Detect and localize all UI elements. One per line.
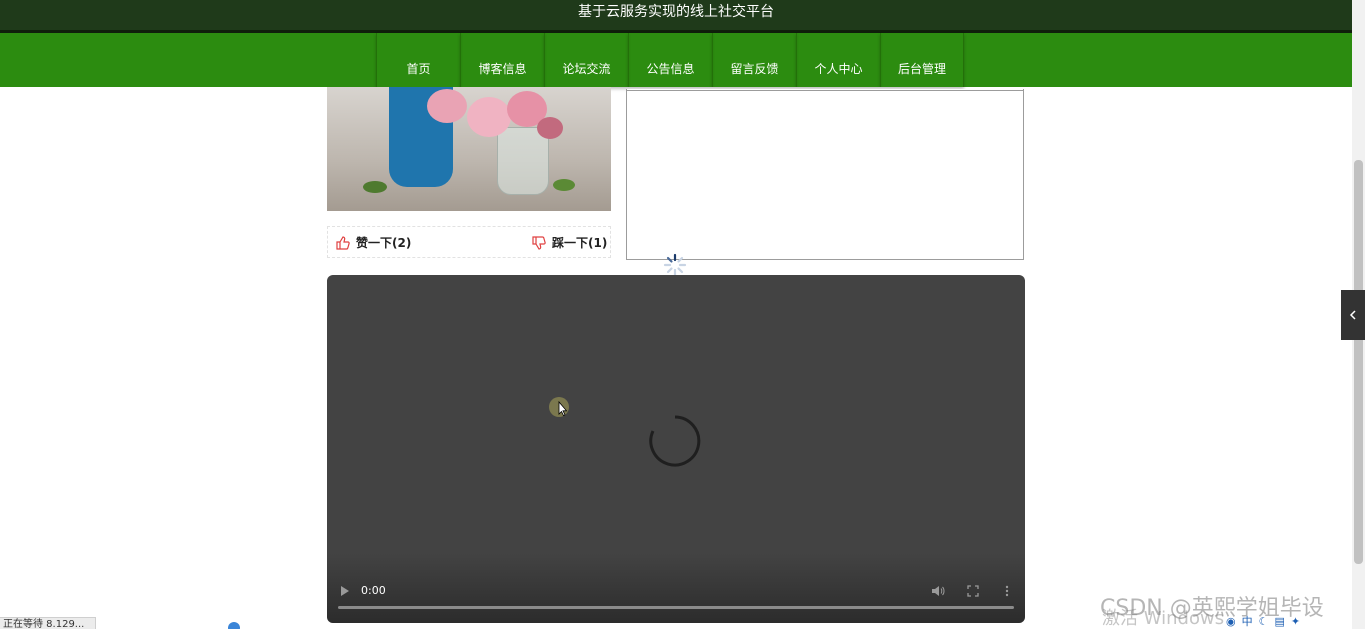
leaf-shape (553, 179, 575, 191)
video-time: 0:00 (361, 584, 386, 597)
nav-item-feedback[interactable]: 留言反馈 (712, 33, 796, 87)
site-title: 基于云服务实现的线上社交平台 (578, 4, 774, 20)
flower-shape (467, 97, 511, 137)
side-panel-toggle[interactable] (1341, 290, 1365, 340)
fullscreen-icon[interactable] (966, 584, 980, 598)
loading-spinner-icon (663, 253, 687, 277)
moon-icon[interactable]: ☾ (1259, 615, 1269, 628)
video-loading-ring-icon (649, 415, 701, 467)
volume-icon[interactable] (931, 584, 945, 598)
nav-item-blog[interactable]: 博客信息 (460, 33, 544, 87)
ime-indicator[interactable]: 中 (1242, 613, 1253, 629)
vote-row: 赞一下(2) 踩一下(1) (327, 226, 611, 258)
panel-divider (627, 90, 1023, 91)
video-progress-bar[interactable] (338, 606, 1014, 609)
thumbs-up-icon (336, 236, 350, 250)
content-panel (626, 89, 1024, 260)
video-controls (327, 553, 1025, 623)
nav-item-notice[interactable]: 公告信息 (628, 33, 712, 87)
nav-item-home[interactable]: 首页 (376, 33, 460, 87)
scrollbar-thumb[interactable] (1354, 160, 1363, 564)
post-image (327, 87, 611, 211)
nav-list: 首页 博客信息 论坛交流 公告信息 留言反馈 个人中心 后台管理 (376, 33, 964, 87)
dislike-label: 踩一下(1) (552, 236, 608, 250)
chevron-left-icon (1349, 310, 1356, 320)
site-header: 基于云服务实现的线上社交平台 (0, 0, 1352, 33)
dislike-button[interactable]: 踩一下(1) (532, 227, 607, 259)
keyboard-icon[interactable]: ▤ (1274, 615, 1284, 628)
system-tray: ◉ 中 ☾ ▤ ✦ (1226, 613, 1306, 629)
nav-item-profile[interactable]: 个人中心 (796, 33, 880, 87)
play-icon[interactable] (339, 584, 351, 598)
main-nav: 首页 博客信息 论坛交流 公告信息 留言反馈 个人中心 后台管理 (0, 33, 1352, 87)
like-label: 赞一下(2) (356, 236, 412, 250)
more-vertical-icon[interactable] (1000, 584, 1014, 598)
flower-shape (537, 117, 563, 139)
glass-shape (497, 127, 549, 195)
nav-item-forum[interactable]: 论坛交流 (544, 33, 628, 87)
status-text: 正在等待 8.129... (3, 619, 85, 629)
video-player[interactable]: 0:00 (327, 275, 1025, 623)
taskbar-indicator-icon (228, 622, 240, 629)
tray-app-icon[interactable]: ◉ (1226, 615, 1236, 628)
settings-icon[interactable]: ✦ (1291, 615, 1300, 628)
thumbs-down-icon (532, 236, 546, 250)
leaf-shape (363, 181, 387, 193)
browser-status-bar: 正在等待 8.129... (0, 617, 96, 629)
flower-shape (427, 89, 467, 123)
mouse-cursor-icon (549, 397, 569, 417)
nav-item-admin[interactable]: 后台管理 (880, 33, 964, 87)
like-button[interactable]: 赞一下(2) (336, 227, 411, 259)
